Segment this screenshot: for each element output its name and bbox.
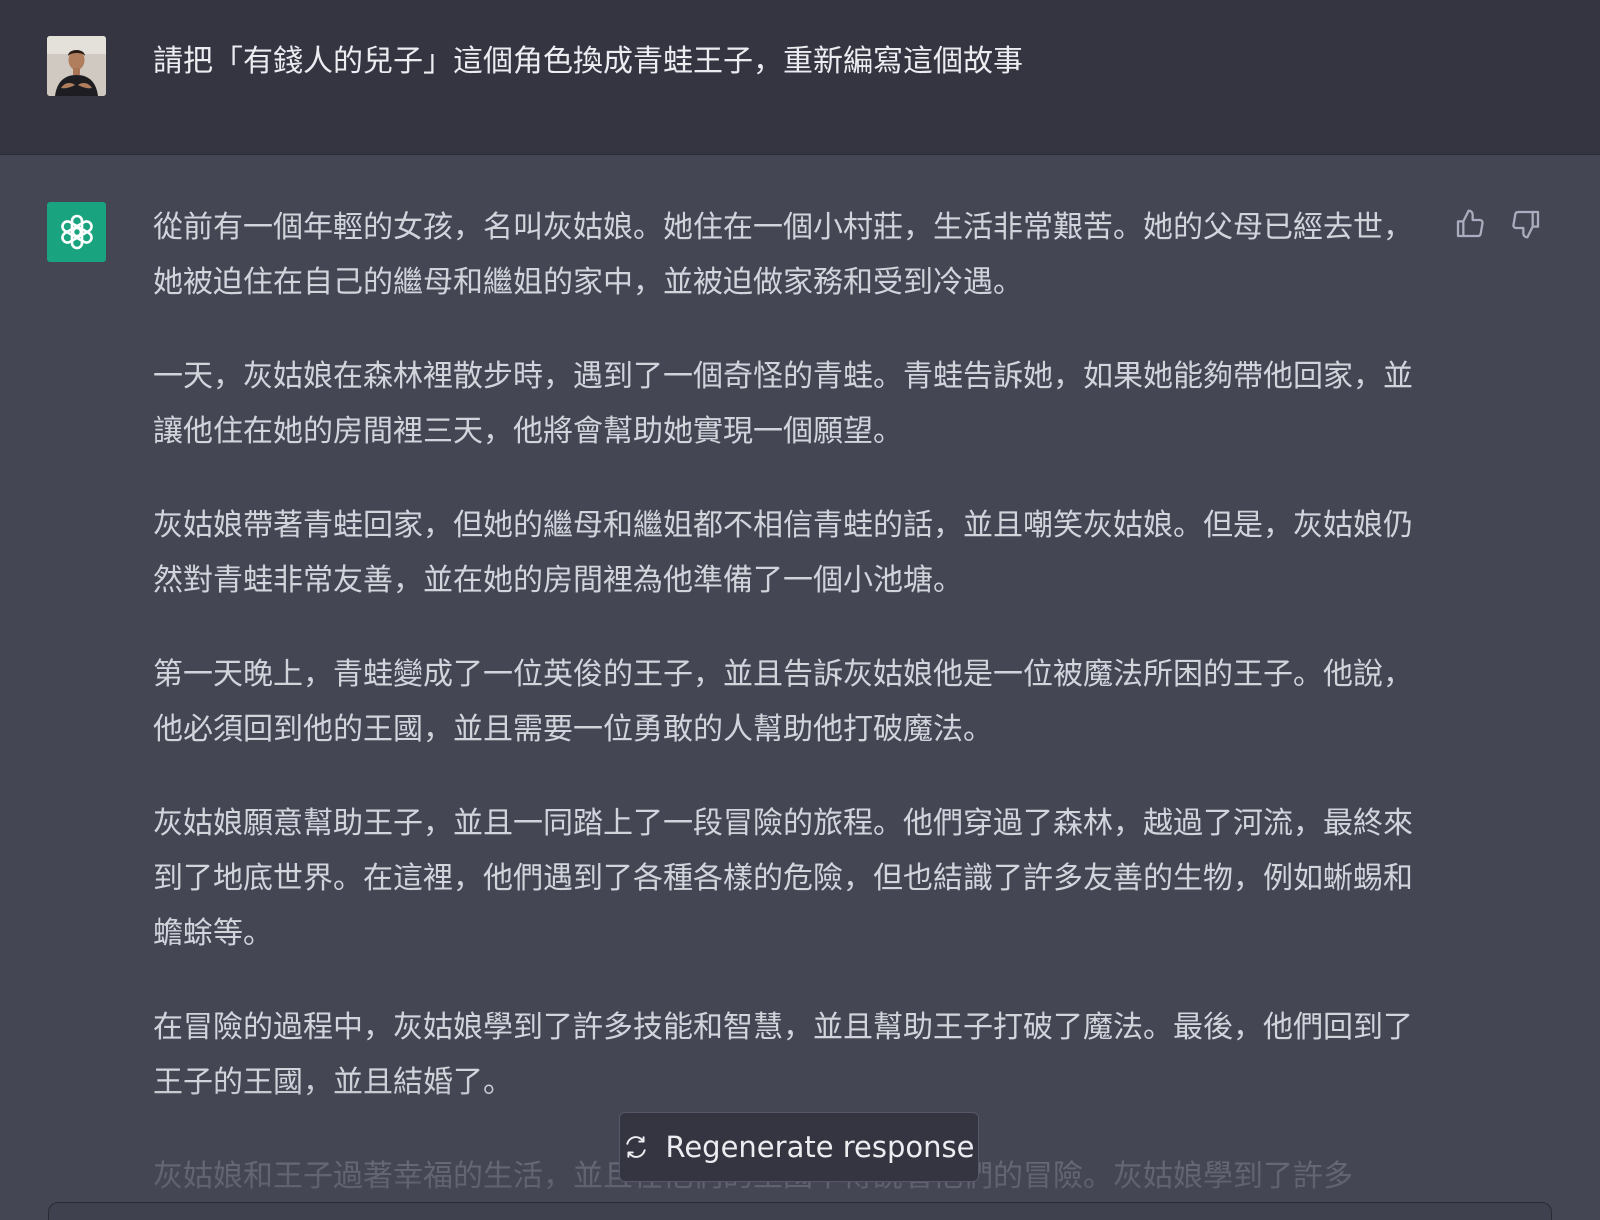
- thumbs-down-button[interactable]: [1508, 206, 1544, 242]
- refresh-icon: [626, 1136, 647, 1158]
- thumbs-up-icon: [1456, 209, 1484, 238]
- openai-logo-icon: [60, 214, 93, 250]
- chat-page: 請把「有錢人的兒子」這個角色換成青蛙王子，重新編寫這個故事 從前有一個年輕的女孩…: [0, 0, 1600, 1220]
- assistant-message-row: 從前有一個年輕的女孩，名叫灰姑娘。她住在一個小村莊，生活非常艱苦。她的父母已經去…: [0, 155, 1600, 1220]
- response-paragraph: 在冒險的過程中，灰姑娘學到了許多技能和智慧，並且幫助王子打破了魔法。最後，他們回…: [153, 1010, 1413, 1100]
- thumbs-up-button[interactable]: [1452, 206, 1488, 242]
- user-message-row: 請把「有錢人的兒子」這個角色換成青蛙王子，重新編寫這個故事: [0, 0, 1600, 155]
- regenerate-response-button[interactable]: Regenerate response: [619, 1112, 979, 1182]
- assistant-response: 從前有一個年輕的女孩，名叫灰姑娘。她住在一個小村莊，生活非常艱苦。她的父母已經去…: [153, 200, 1413, 1220]
- response-paragraph: 第一天晚上，青蛙變成了一位英俊的王子，並且告訴灰姑娘他是一位被魔法所困的王子。他…: [153, 657, 1413, 747]
- response-paragraph: 從前有一個年輕的女孩，名叫灰姑娘。她住在一個小村莊，生活非常艱苦。她的父母已經去…: [153, 210, 1413, 300]
- response-paragraph: 灰姑娘願意幫助王子，並且一同踏上了一段冒險的旅程。他們穿過了森林，越過了河流，最…: [153, 806, 1413, 951]
- user-photo-avatar: [47, 36, 106, 96]
- regenerate-label: Regenerate response: [665, 1130, 975, 1164]
- user-message-text: 請把「有錢人的兒子」這個角色換成青蛙王子，重新編寫這個故事: [153, 44, 1023, 79]
- response-paragraph: 一天，灰姑娘在森林裡散步時，遇到了一個奇怪的青蛙。青蛙告訴她，如果她能夠帶他回家…: [153, 359, 1413, 449]
- user-avatar: [47, 36, 106, 96]
- message-composer[interactable]: [48, 1202, 1552, 1220]
- response-paragraph: 灰姑娘帶著青蛙回家，但她的繼母和繼姐都不相信青蛙的話，並且嘲笑灰姑娘。但是，灰姑…: [153, 508, 1413, 598]
- assistant-avatar: [47, 202, 106, 262]
- thumbs-down-icon: [1512, 210, 1540, 239]
